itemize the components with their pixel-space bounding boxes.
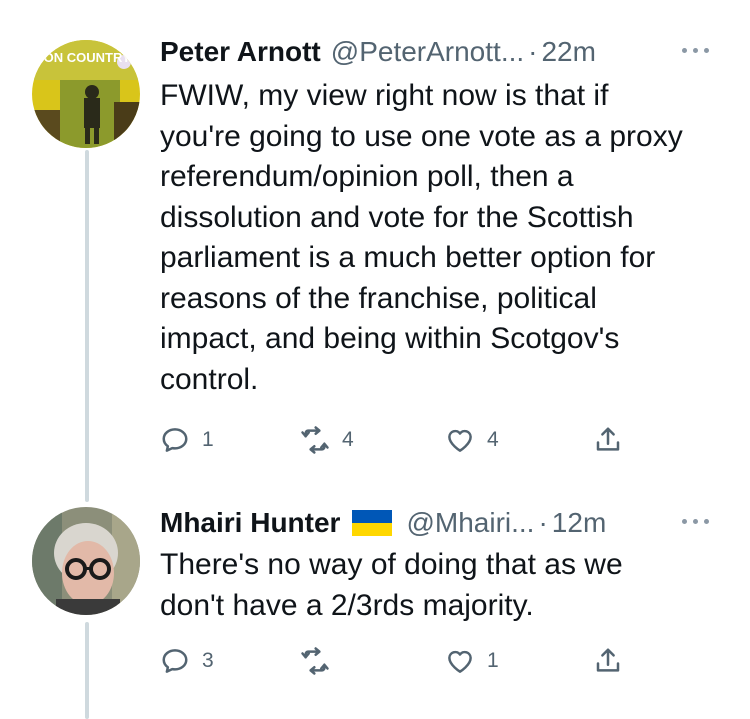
more-options-icon[interactable] <box>680 507 716 535</box>
tweet-text: FWIW, my view right now is that if you'r… <box>160 79 683 396</box>
tweet-text: There's no way of doing that as we don't… <box>160 548 623 622</box>
avatar-label: ION COUNTRY <box>40 50 131 65</box>
timestamp[interactable]: 22m <box>541 36 595 68</box>
reply-count: 1 <box>202 428 214 451</box>
share-icon <box>596 427 620 451</box>
tweet-header: Peter Arnott @PeterArnott... · 22m <box>160 32 730 72</box>
author-handle[interactable]: @Mhairi... <box>406 507 534 539</box>
timestamp[interactable]: 12m <box>552 507 606 539</box>
separator-dot: · <box>538 507 548 538</box>
reply-icon <box>162 428 188 452</box>
share-button[interactable] <box>593 641 623 681</box>
reply-icon <box>162 649 188 673</box>
avatar[interactable]: ION COUNTRY <box>32 40 140 148</box>
like-button[interactable]: 1 <box>445 641 499 681</box>
like-count: 1 <box>487 649 499 672</box>
like-button[interactable]: 4 <box>445 420 499 460</box>
retweet-count: 4 <box>342 428 354 451</box>
reply-button[interactable]: 3 <box>160 641 214 681</box>
author-name[interactable]: Mhairi Hunter <box>160 507 340 539</box>
avatar[interactable] <box>32 507 140 615</box>
heart-icon <box>448 429 472 452</box>
tweet-mhairi-hunter[interactable]: Mhairi Hunter @Mhairi... · 12m There's n… <box>0 495 750 719</box>
share-button[interactable] <box>593 420 623 460</box>
retweet-icon <box>301 647 329 675</box>
avatar-image: ION COUNTRY <box>32 40 140 148</box>
ukraine-flag-icon <box>352 510 393 536</box>
tweet-header: Mhairi Hunter @Mhairi... · 12m <box>160 503 730 543</box>
author-name[interactable]: Peter Arnott <box>160 36 321 68</box>
retweet-button[interactable] <box>300 641 342 681</box>
more-options-icon[interactable] <box>680 36 716 64</box>
tweet-peter-arnott[interactable]: ION COUNTRY Peter Arnott @PeterArnott...… <box>0 0 750 495</box>
retweet-icon <box>301 426 329 454</box>
author-handle[interactable]: @PeterArnott... <box>331 36 524 68</box>
avatar-image <box>32 507 140 615</box>
heart-icon <box>448 650 472 673</box>
action-bar: 1 4 4 <box>160 420 640 460</box>
like-count: 4 <box>487 428 499 451</box>
reply-button[interactable]: 1 <box>160 420 214 460</box>
share-icon <box>596 648 620 672</box>
reply-count: 3 <box>202 649 214 672</box>
separator-dot: · <box>528 36 538 67</box>
retweet-button[interactable]: 4 <box>300 420 354 460</box>
action-bar: 3 1 <box>160 641 640 681</box>
